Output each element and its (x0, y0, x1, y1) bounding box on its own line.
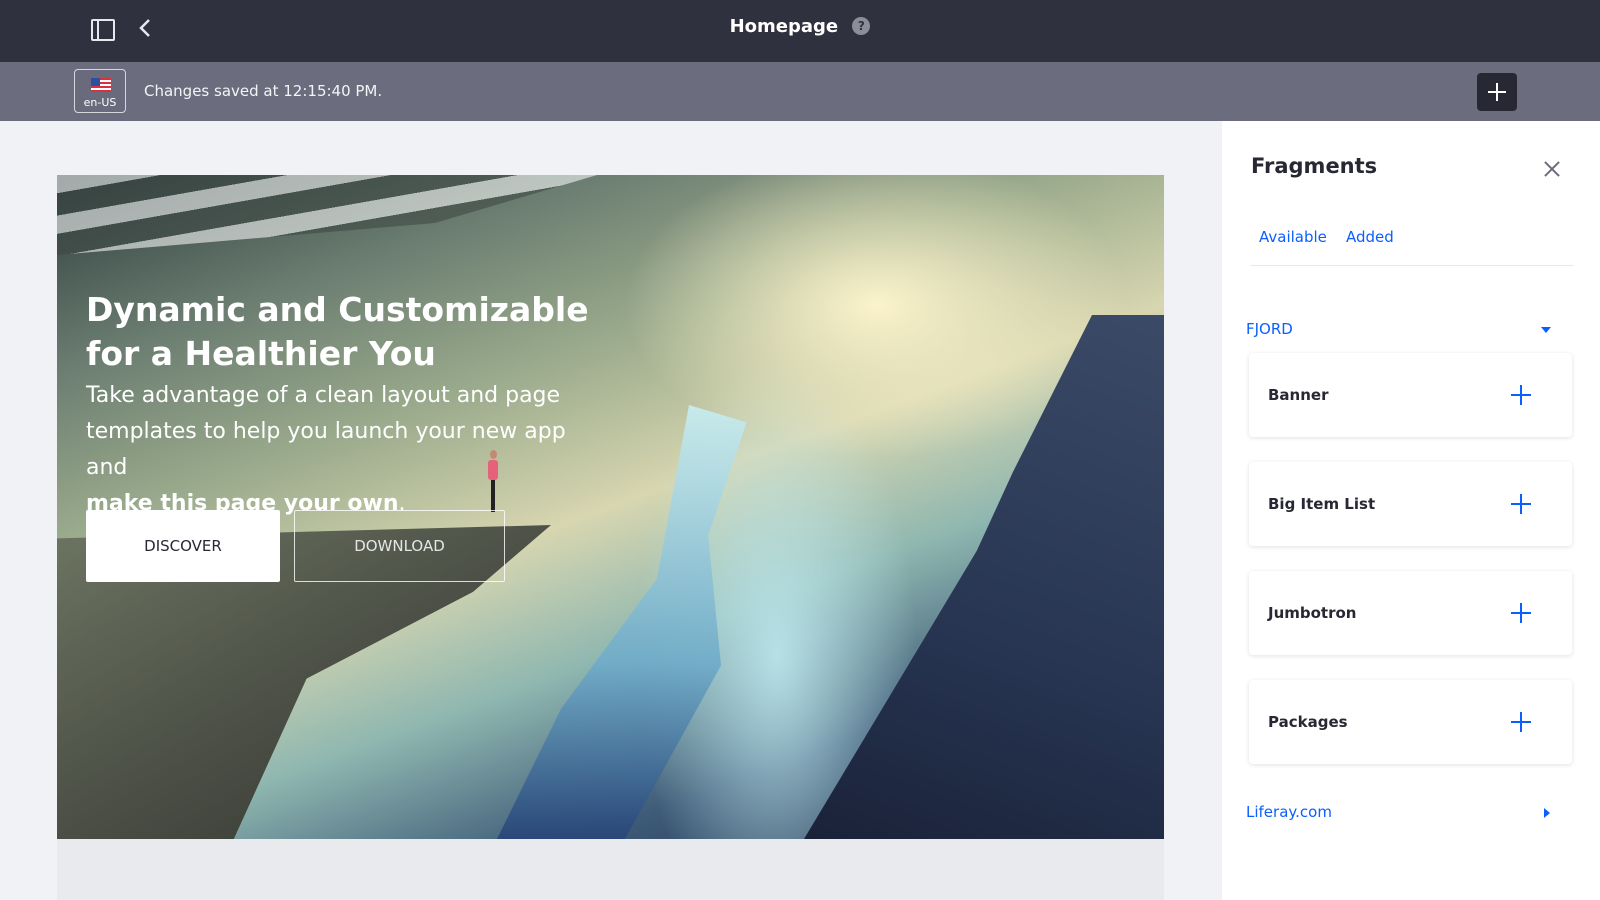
hero-title[interactable]: Dynamic and Customizable for a Healthier… (86, 288, 606, 376)
plus-icon[interactable] (1511, 712, 1531, 732)
locale-label: en-US (83, 96, 117, 109)
help-icon[interactable]: ? (852, 17, 871, 35)
fragments-tabs: Available Added (1250, 228, 1574, 266)
save-status-text: Changes saved at 12:15:40 PM. (144, 82, 383, 100)
fragment-label: Banner (1268, 386, 1329, 404)
hero-banner[interactable]: Dynamic and Customizable for a Healthier… (57, 175, 1164, 839)
caret-right-icon[interactable] (1544, 808, 1550, 818)
add-content-button[interactable] (1477, 73, 1517, 111)
fragment-label: Packages (1268, 713, 1348, 731)
panel-title: Fragments (1251, 154, 1378, 178)
hero-body-line: Take advantage of a clean layout and pag… (86, 383, 561, 408)
discover-button[interactable]: DISCOVER (86, 510, 280, 582)
fragment-label: Jumbotron (1268, 604, 1357, 622)
fragment-card-jumbotron[interactable]: Jumbotron (1249, 571, 1572, 655)
plus-icon[interactable] (1511, 603, 1531, 623)
locale-selector[interactable]: en-US (74, 69, 126, 113)
caret-down-icon[interactable] (1541, 327, 1551, 333)
fragment-card-big-item-list[interactable]: Big Item List (1249, 462, 1572, 546)
top-bar: Homepage ? (0, 0, 1600, 62)
fragment-label: Big Item List (1268, 495, 1376, 513)
fragment-card-banner[interactable]: Banner (1249, 353, 1572, 437)
close-icon[interactable] (1544, 161, 1560, 177)
hero-title-line: Dynamic and Customizable (86, 290, 589, 329)
plus-icon[interactable] (1511, 385, 1531, 405)
download-button[interactable]: DOWNLOAD (294, 510, 505, 582)
page-title-wrap: Homepage ? (0, 16, 1600, 37)
next-fragment-area[interactable] (57, 839, 1164, 900)
fragment-card-packages[interactable]: Packages (1249, 680, 1572, 764)
page-title: Homepage (729, 16, 839, 37)
hero-title-line: for a Healthier You (86, 334, 436, 373)
plus-icon[interactable] (1511, 494, 1531, 514)
tab-available[interactable]: Available (1259, 228, 1327, 246)
hero-body-line: templates to help you launch your new ap… (86, 419, 566, 480)
status-bar: en-US Changes saved at 12:15:40 PM. (0, 62, 1600, 121)
collection-fjord[interactable]: FJORD (1246, 320, 1293, 338)
tab-added[interactable]: Added (1346, 228, 1394, 246)
hero-image-cliff-right (804, 315, 1164, 839)
hero-image-snow (57, 175, 597, 255)
us-flag-icon (91, 78, 111, 92)
hero-description[interactable]: Take advantage of a clean layout and pag… (86, 378, 606, 522)
collection-liferay[interactable]: Liferay.com (1246, 803, 1332, 821)
